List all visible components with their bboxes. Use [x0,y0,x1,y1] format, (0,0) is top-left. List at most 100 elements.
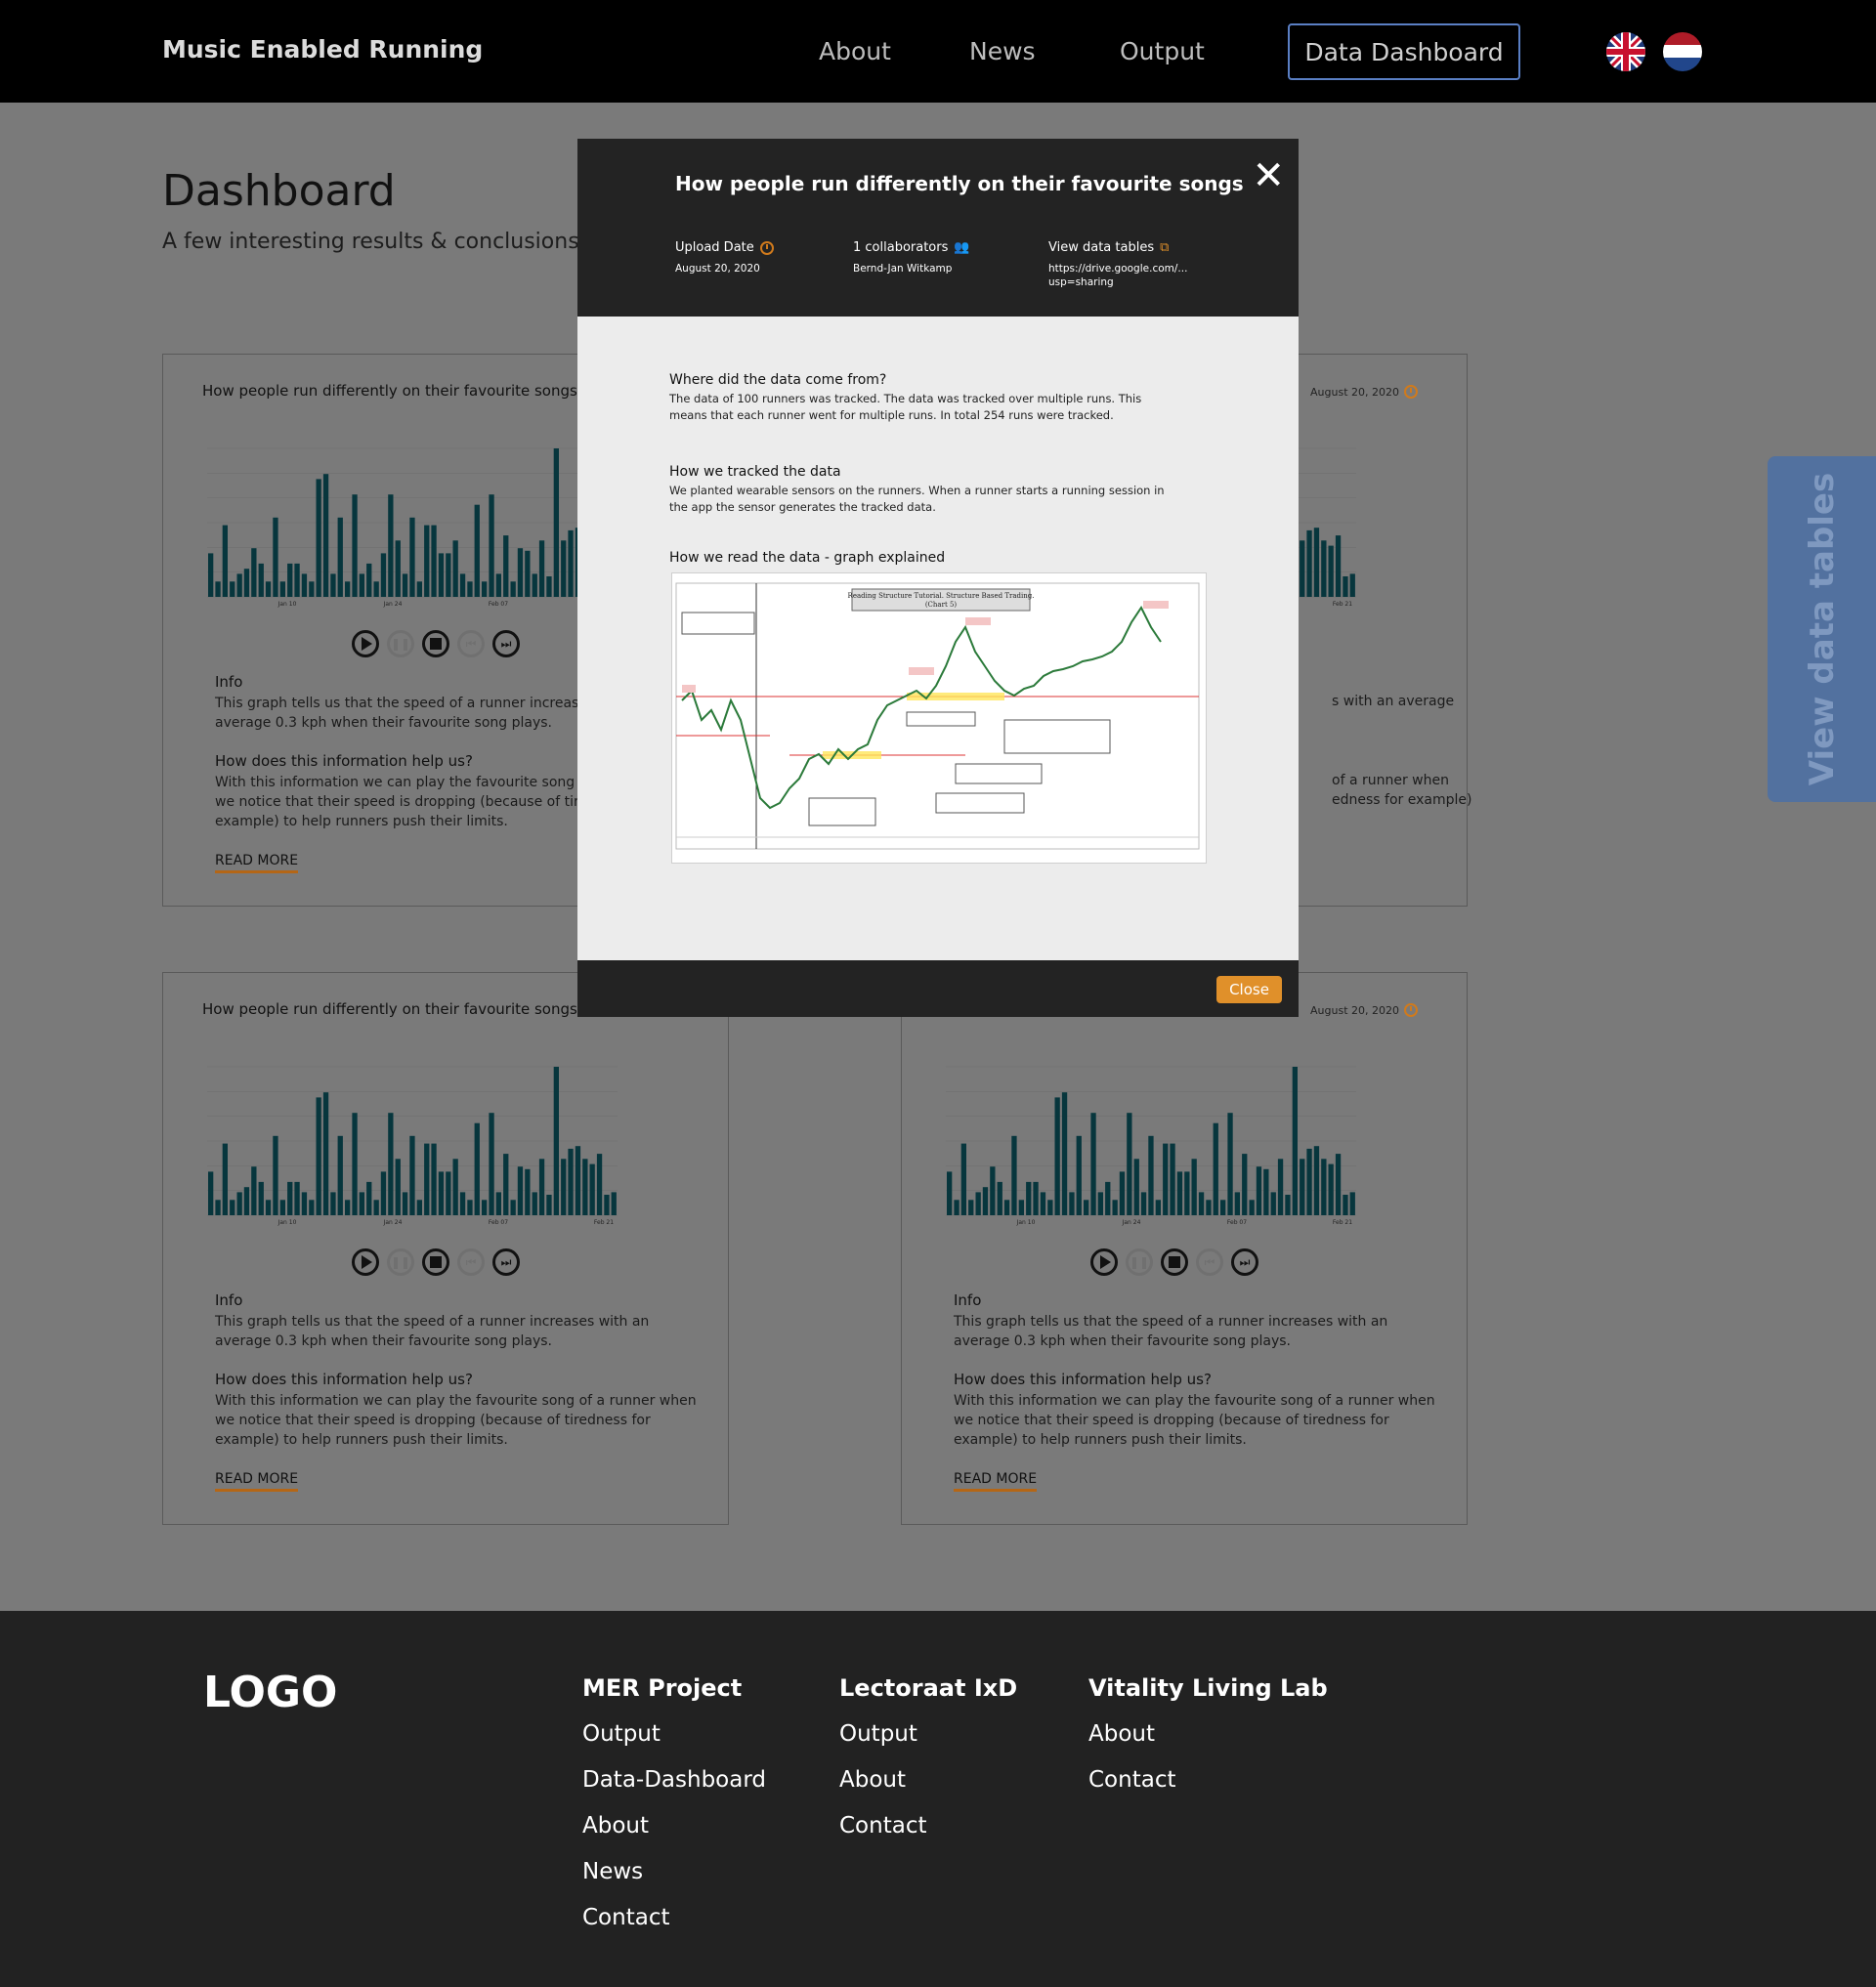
play-button[interactable] [1090,1248,1118,1276]
footer-link-contact[interactable]: Contact [1088,1767,1328,1793]
footer-link-about[interactable]: About [839,1767,1017,1793]
footer-link-output[interactable]: Output [582,1721,766,1747]
chart-bar [538,540,545,597]
chart-bar [1321,1159,1327,1215]
clock-icon [1404,385,1418,399]
close-button[interactable]: Close [1216,976,1282,1003]
previous-button[interactable]: ⏮ [1196,1248,1223,1276]
top-nav: Music Enabled Running About News Output … [0,0,1876,103]
chart-bar [1105,1181,1111,1215]
audio-controls: ❚❚ ⏮ ⏭ [352,1248,520,1276]
chart-bar [1300,540,1305,597]
pause-button[interactable]: ❚❚ [387,1248,414,1276]
data-dashboard-button[interactable]: Data Dashboard [1288,23,1520,80]
chart-bar [301,1192,308,1215]
chart-bar [1003,1200,1010,1215]
help-heading: How does this information help us? [215,1371,473,1388]
chart-bar [1263,1168,1269,1215]
chart-bar [301,573,308,597]
previous-button[interactable]: ⏮ [457,1248,485,1276]
footer-logo[interactable]: LOGO [203,1668,337,1717]
pause-button[interactable]: ❚❚ [387,630,414,657]
users-icon: 👥 [954,240,970,255]
play-icon [362,1255,372,1269]
play-button[interactable] [352,1248,379,1276]
chart-bar [424,525,430,597]
x-tick-label: Jan 24 [383,1219,403,1226]
chart-bar [1176,1171,1183,1215]
chart-bar [309,581,315,597]
card-date: August 20, 2020 [1310,385,1418,399]
chart-bar [604,1195,610,1215]
pause-button[interactable]: ❚❚ [1126,1248,1153,1276]
read-more-link[interactable]: READ MORE [215,1471,299,1492]
nl-flag-icon[interactable] [1663,32,1702,71]
play-icon [1100,1255,1111,1269]
stop-button[interactable] [1161,1248,1188,1276]
image-title: Reading Structure Tutorial. Structure Ba… [848,592,1035,600]
external-link-icon[interactable]: ⧉ [1160,240,1169,255]
chart-bar [373,581,379,597]
chart-bar [553,1067,559,1215]
chart-bar [265,581,272,597]
chart-bar [1033,1181,1039,1215]
answer-tracking: We planted wearable sensors on the runne… [669,484,1165,514]
stop-button[interactable] [422,630,449,657]
footer-link-contact[interactable]: Contact [582,1905,766,1930]
chart-bar [1011,1135,1017,1215]
close-icon[interactable]: ✕ [1252,156,1285,195]
chart-bar [352,494,358,597]
modal-header: How people run differently on their favo… [577,139,1299,317]
chart-bar [1097,1192,1103,1215]
footer-link-about[interactable]: About [1088,1721,1328,1747]
skip-forward-icon: ⏭ [1239,1255,1251,1269]
chart-bar [322,1092,329,1215]
nav-link-news[interactable]: News [969,37,1036,65]
chart-bar [424,1143,430,1215]
uk-flag-icon[interactable] [1606,32,1645,71]
chart-bar [316,1097,321,1215]
chart-bar [1306,529,1312,597]
brand-name[interactable]: Music Enabled Running [162,35,483,63]
chart-bar [446,1171,451,1215]
bar-chart: Jan 10Jan 24Feb 07Feb 21 [207,447,618,608]
page-subtitle: A few interesting results & conclusions … [162,230,614,254]
chart-bar [279,1200,285,1215]
chart-bar [1343,576,1348,597]
chart-bar [337,517,343,597]
data-tables-url[interactable]: https://drive.google.com/... usp=sharing [1048,262,1187,289]
next-button[interactable]: ⏭ [1231,1248,1258,1276]
nav-link-output[interactable]: Output [1120,37,1205,65]
chart-bar [459,1192,466,1215]
chart-bar [1335,535,1342,597]
stop-button[interactable] [422,1248,449,1276]
footer-link-contact[interactable]: Contact [839,1813,1017,1839]
view-data-tables-tab[interactable]: View data tables [1768,456,1876,802]
chart-bar [380,553,387,597]
footer-link-about[interactable]: About [582,1813,766,1839]
read-more-link[interactable]: READ MORE [954,1471,1038,1492]
footer-link-data-dashboard[interactable]: Data-Dashboard [582,1767,766,1793]
chart-bar [316,479,321,597]
x-tick-label: Feb 21 [1333,601,1352,608]
chart-bar [525,1168,531,1215]
read-more-link[interactable]: READ MORE [215,853,299,873]
x-tick-label: Jan 10 [1016,1219,1036,1226]
chart-bar [1321,540,1327,597]
chart-bar [1133,1159,1139,1215]
nav-link-about[interactable]: About [819,37,891,65]
next-button[interactable]: ⏭ [492,1248,520,1276]
pause-icon: ❚❚ [390,637,411,651]
chart-bar [230,581,235,597]
chart-bar [258,1181,264,1215]
play-button[interactable] [352,630,379,657]
chart-bar [322,474,329,597]
chart-bar [215,1200,221,1215]
info-text: This graph tells us that the speed of a … [215,1314,650,1349]
footer-link-output[interactable]: Output [839,1721,1017,1747]
previous-button[interactable]: ⏮ [457,630,485,657]
footer-link-news[interactable]: News [582,1859,766,1884]
data-tables-label[interactable]: View data tables [1048,240,1154,255]
next-button[interactable]: ⏭ [492,630,520,657]
chart-bar [975,1192,981,1215]
